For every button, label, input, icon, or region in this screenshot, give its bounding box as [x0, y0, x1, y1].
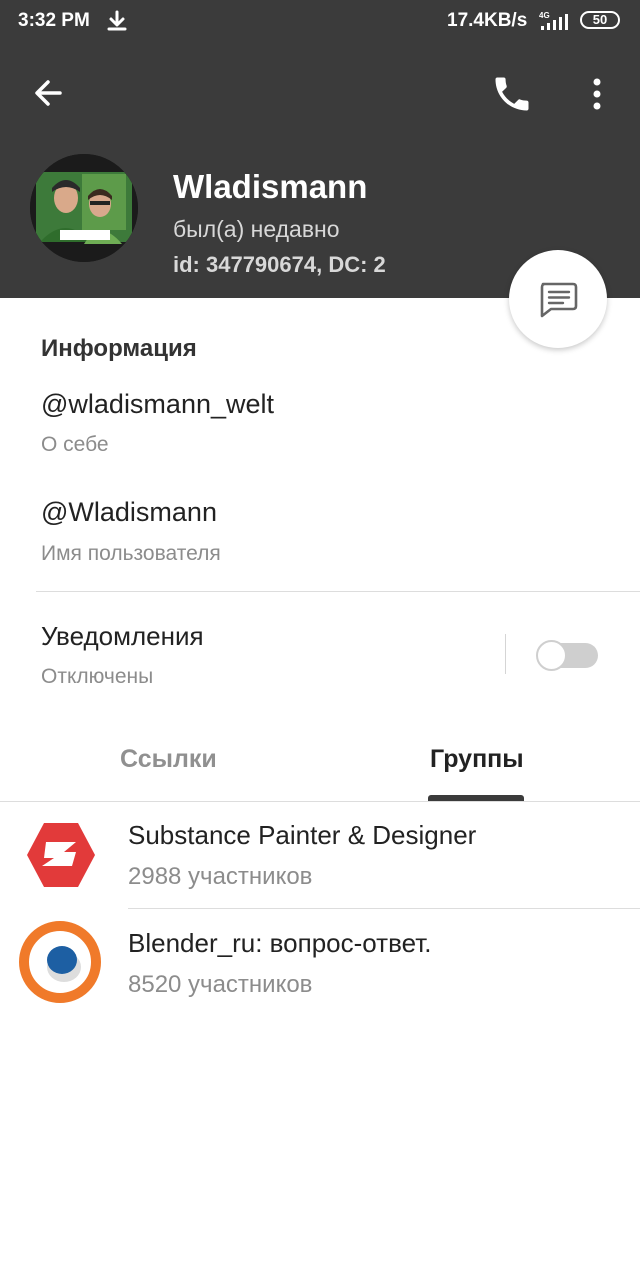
blender-logo-icon [19, 921, 101, 1003]
chat-icon [540, 282, 578, 318]
group-name: Blender_ru: вопрос-ответ. [128, 928, 432, 958]
username-value[interactable]: @Wladismann [41, 497, 217, 528]
phone-icon[interactable] [490, 72, 534, 116]
status-time: 3:32 PM [18, 10, 90, 31]
tab-links[interactable]: Ссылки [120, 745, 217, 774]
last-seen-status: был(а) недавно [173, 216, 340, 242]
more-vertical-icon[interactable] [580, 72, 614, 116]
tab-groups[interactable]: Группы [430, 745, 524, 774]
substance-logo-icon [27, 823, 95, 887]
signal-icon: 4G [539, 11, 568, 30]
group-members: 8520 участников [128, 971, 313, 998]
profile-name: Wladismann [173, 168, 368, 205]
status-bar: 3:32 PM 17.4KB/s 4G 50 [0, 0, 640, 44]
list-divider [128, 908, 640, 909]
group-members: 2988 участников [128, 863, 313, 890]
network-type: 4G [539, 11, 550, 20]
toggle-separator [505, 634, 506, 674]
avatar[interactable] [30, 154, 138, 262]
group-name: Substance Painter & Designer [128, 820, 477, 850]
user-id: id: 347790674, DC: 2 [173, 252, 386, 277]
message-button[interactable] [509, 250, 607, 348]
battery-indicator: 50 [580, 11, 620, 29]
bio-label: О себе [41, 433, 109, 456]
info-section-title: Информация [41, 335, 197, 362]
network-speed: 17.4KB/s [447, 10, 528, 31]
avatar-photo [30, 154, 138, 262]
notifications-toggle[interactable] [536, 640, 598, 671]
toggle-knob [536, 640, 567, 671]
tabs-divider [0, 801, 640, 802]
username-label: Имя пользователя [41, 542, 221, 565]
bio-value[interactable]: @wladismann_welt [41, 389, 274, 420]
back-arrow-icon[interactable] [28, 72, 70, 114]
download-icon [107, 10, 127, 31]
notifications-title[interactable]: Уведомления [41, 621, 204, 652]
notifications-state: Отключены [41, 665, 154, 688]
divider [36, 591, 640, 592]
